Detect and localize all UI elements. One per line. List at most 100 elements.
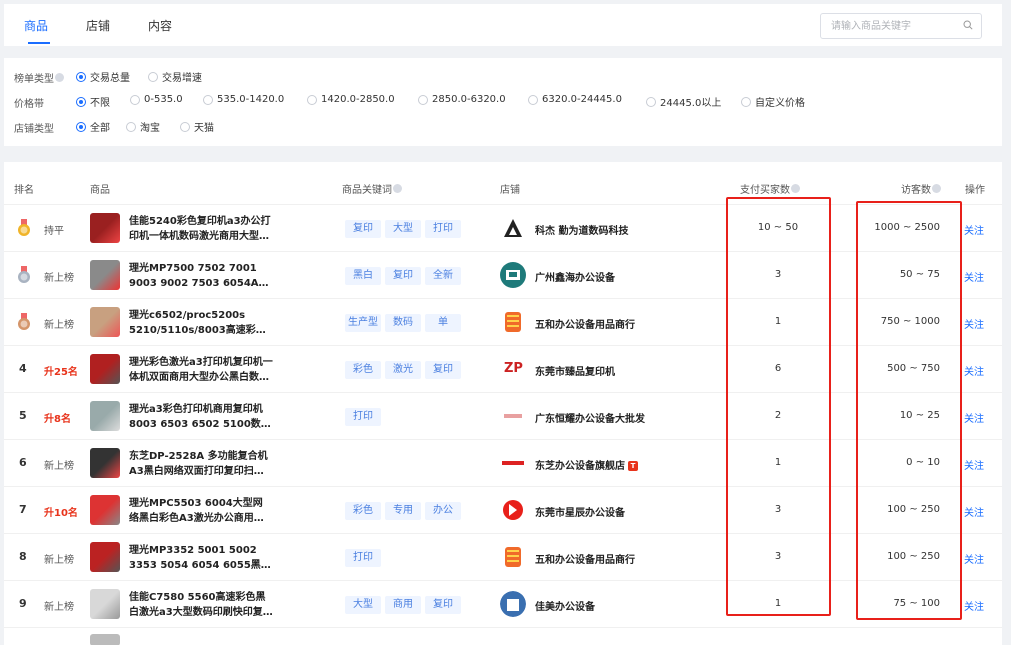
radio-shop-all[interactable]: 全部 bbox=[76, 119, 110, 134]
info-icon bbox=[393, 184, 402, 193]
col-keywords: 商品关键词 bbox=[342, 181, 402, 196]
radio-circle-selected bbox=[76, 121, 86, 132]
shop-logo bbox=[500, 497, 526, 523]
tab-products[interactable]: 商品 bbox=[24, 17, 48, 34]
keyword-tag[interactable]: 大型 bbox=[385, 220, 421, 238]
follow-button[interactable]: 关注 bbox=[964, 598, 984, 613]
product-thumbnail[interactable] bbox=[90, 448, 120, 478]
product-name[interactable]: 理光a3彩色打印机商用复印机 8003 6503 6502 5100数… bbox=[129, 402, 274, 432]
radio-price-5[interactable]: 6320.0-24445.0 bbox=[528, 94, 622, 105]
product-name[interactable]: 理光c6502/proc5200s 5210/5110s/8003高速彩… bbox=[129, 308, 274, 338]
visitor-count: 500 ~ 750 bbox=[887, 363, 940, 374]
shop-name[interactable]: 东芝办公设备旗舰店 T bbox=[535, 457, 638, 472]
radio-trade-total[interactable]: 交易总量 bbox=[76, 69, 130, 84]
follow-button[interactable]: 关注 bbox=[964, 269, 984, 284]
follow-button[interactable]: 关注 bbox=[964, 222, 984, 237]
table-row: 6 新上榜 东芝DP-2528A 多功能复合机 A3黑白网络双面打印复印扫… 东芝办公设… bbox=[4, 439, 1002, 486]
radio-price-custom[interactable]: 自定义价格 bbox=[741, 94, 805, 109]
keyword-tag[interactable]: 生产型 bbox=[345, 314, 381, 332]
keyword-tag[interactable]: 办公 bbox=[425, 502, 461, 520]
follow-button[interactable]: 关注 bbox=[964, 363, 984, 378]
col-rank: 排名 bbox=[14, 185, 34, 196]
shop-name[interactable]: 广东恒耀办公设备大批发 bbox=[535, 410, 645, 425]
visitor-count: 75 ~ 100 bbox=[893, 598, 940, 609]
radio-trade-growth[interactable]: 交易增速 bbox=[148, 69, 202, 84]
product-name[interactable]: 东芝DP-2528A 多功能复合机 A3黑白网络双面打印复印扫… bbox=[129, 449, 274, 479]
keyword-tag[interactable]: 打印 bbox=[345, 408, 381, 426]
keyword-tag[interactable]: 打印 bbox=[425, 220, 461, 238]
shop-name[interactable]: 科杰 勤为道数码科技 bbox=[535, 222, 628, 237]
product-thumbnail[interactable] bbox=[90, 542, 120, 572]
product-name[interactable]: 理光MPC5503 6004大型网 络黑白彩色A3激光办公商用… bbox=[129, 496, 274, 526]
visitor-count: 1000 ~ 2500 bbox=[874, 222, 940, 233]
keyword-tag[interactable]: 单 bbox=[425, 314, 461, 332]
keyword-tag[interactable]: 全新 bbox=[425, 267, 461, 285]
search-icon[interactable] bbox=[963, 20, 973, 30]
radio-price-any[interactable]: 不限 bbox=[76, 94, 110, 109]
radio-price-3[interactable]: 1420.0-2850.0 bbox=[307, 94, 395, 105]
radio-price-1[interactable]: 0-535.0 bbox=[130, 94, 183, 105]
col-shop: 店铺 bbox=[500, 185, 520, 196]
keyword-tag[interactable]: 专用 bbox=[385, 502, 421, 520]
col-buyers[interactable]: 支付买家数 bbox=[740, 181, 800, 196]
keyword-tag[interactable]: 彩色 bbox=[345, 502, 381, 520]
shop-name[interactable]: 东莞市星辰办公设备 bbox=[535, 504, 625, 519]
keyword-tag[interactable]: 打印 bbox=[345, 549, 381, 567]
shop-name[interactable]: 东莞市臻品复印机 bbox=[535, 363, 615, 378]
product-thumbnail[interactable] bbox=[90, 401, 120, 431]
follow-button[interactable]: 关注 bbox=[964, 457, 984, 472]
search-input[interactable] bbox=[821, 14, 951, 38]
keyword-tag[interactable]: 复印 bbox=[425, 361, 461, 379]
shop-name[interactable]: 五和办公设备用品商行 bbox=[535, 316, 635, 331]
radio-circle-selected bbox=[76, 71, 86, 82]
col-visitors[interactable]: 访客数 bbox=[901, 181, 941, 196]
table-row: 新上榜 理光c6502/proc5200s 5210/5110s/8003高速彩… 生… bbox=[4, 298, 1002, 345]
follow-button[interactable]: 关注 bbox=[964, 504, 984, 519]
product-thumbnail[interactable] bbox=[90, 495, 120, 525]
tab-shops[interactable]: 店铺 bbox=[86, 17, 110, 34]
keyword-tag[interactable]: 商用 bbox=[385, 596, 421, 614]
product-thumbnail[interactable] bbox=[90, 307, 120, 337]
keyword-tag[interactable]: 复印 bbox=[385, 267, 421, 285]
radio-price-2[interactable]: 535.0-1420.0 bbox=[203, 94, 284, 105]
follow-button[interactable]: 关注 bbox=[964, 316, 984, 331]
product-thumbnail[interactable] bbox=[90, 354, 120, 384]
keyword-tag[interactable]: 激光 bbox=[385, 361, 421, 379]
rank-change: 新上榜 bbox=[44, 602, 74, 613]
keyword-tag[interactable]: 黑白 bbox=[345, 267, 381, 285]
table-row: 5 升8名 理光a3彩色打印机商用复印机 8003 6503 6502 5100数… 打… bbox=[4, 392, 1002, 439]
shop-name[interactable]: 佳美办公设备 bbox=[535, 598, 595, 613]
shop-logo bbox=[500, 544, 526, 570]
product-name[interactable]: 佳能C7580 5560高速彩色黑 白激光a3大型数码印刷快印复… bbox=[129, 590, 274, 620]
product-name[interactable]: 理光彩色激光a3打印机复印机一 体机双面商用大型办公黑白数… bbox=[129, 355, 274, 385]
product-name[interactable]: 理光MP3352 5001 5002 3353 5054 6054 6055黑… bbox=[129, 543, 274, 573]
follow-button[interactable]: 关注 bbox=[964, 551, 984, 566]
keyword-tag[interactable]: 复印 bbox=[345, 220, 381, 238]
tab-content[interactable]: 内容 bbox=[148, 17, 172, 34]
keyword-tag[interactable]: 彩色 bbox=[345, 361, 381, 379]
radio-circle bbox=[646, 96, 656, 107]
radio-shop-tmall[interactable]: 天猫 bbox=[180, 119, 214, 134]
product-thumbnail[interactable] bbox=[90, 260, 120, 290]
shop-name[interactable]: 五和办公设备用品商行 bbox=[535, 551, 635, 566]
rank-change: 新上榜 bbox=[44, 555, 74, 566]
keyword-tag[interactable]: 大型 bbox=[345, 596, 381, 614]
radio-shop-taobao[interactable]: 淘宝 bbox=[126, 119, 160, 134]
top-tab-bar: 商品 店铺 内容 bbox=[4, 4, 1002, 46]
rank-change: 新上榜 bbox=[44, 461, 74, 472]
follow-button[interactable]: 关注 bbox=[964, 410, 984, 425]
shop-name[interactable]: 广州鑫海办公设备 bbox=[535, 269, 615, 284]
filter-label-shop-type: 店铺类型 bbox=[14, 123, 54, 135]
buyer-count: 1 bbox=[774, 316, 782, 327]
shop-logo bbox=[500, 591, 526, 617]
radio-price-4[interactable]: 2850.0-6320.0 bbox=[418, 94, 506, 105]
radio-price-6[interactable]: 24445.0以上 bbox=[646, 94, 721, 109]
ranking-table: 排名 商品 商品关键词 店铺 支付买家数 访客数 操作 持平 佳能5240彩色复印… bbox=[4, 162, 1002, 645]
keyword-tag[interactable]: 复印 bbox=[425, 596, 461, 614]
product-name[interactable]: 佳能5240彩色复印机a3办公打 印机一体机数码激光商用大型… bbox=[129, 214, 274, 244]
keyword-tag[interactable]: 数码 bbox=[385, 314, 421, 332]
product-name[interactable]: 理光MP7500 7502 7001 9003 9002 7503 6054A… bbox=[129, 261, 274, 291]
filter-label-price: 价格带 bbox=[14, 98, 44, 110]
product-thumbnail[interactable] bbox=[90, 213, 120, 243]
product-thumbnail[interactable] bbox=[90, 589, 120, 619]
